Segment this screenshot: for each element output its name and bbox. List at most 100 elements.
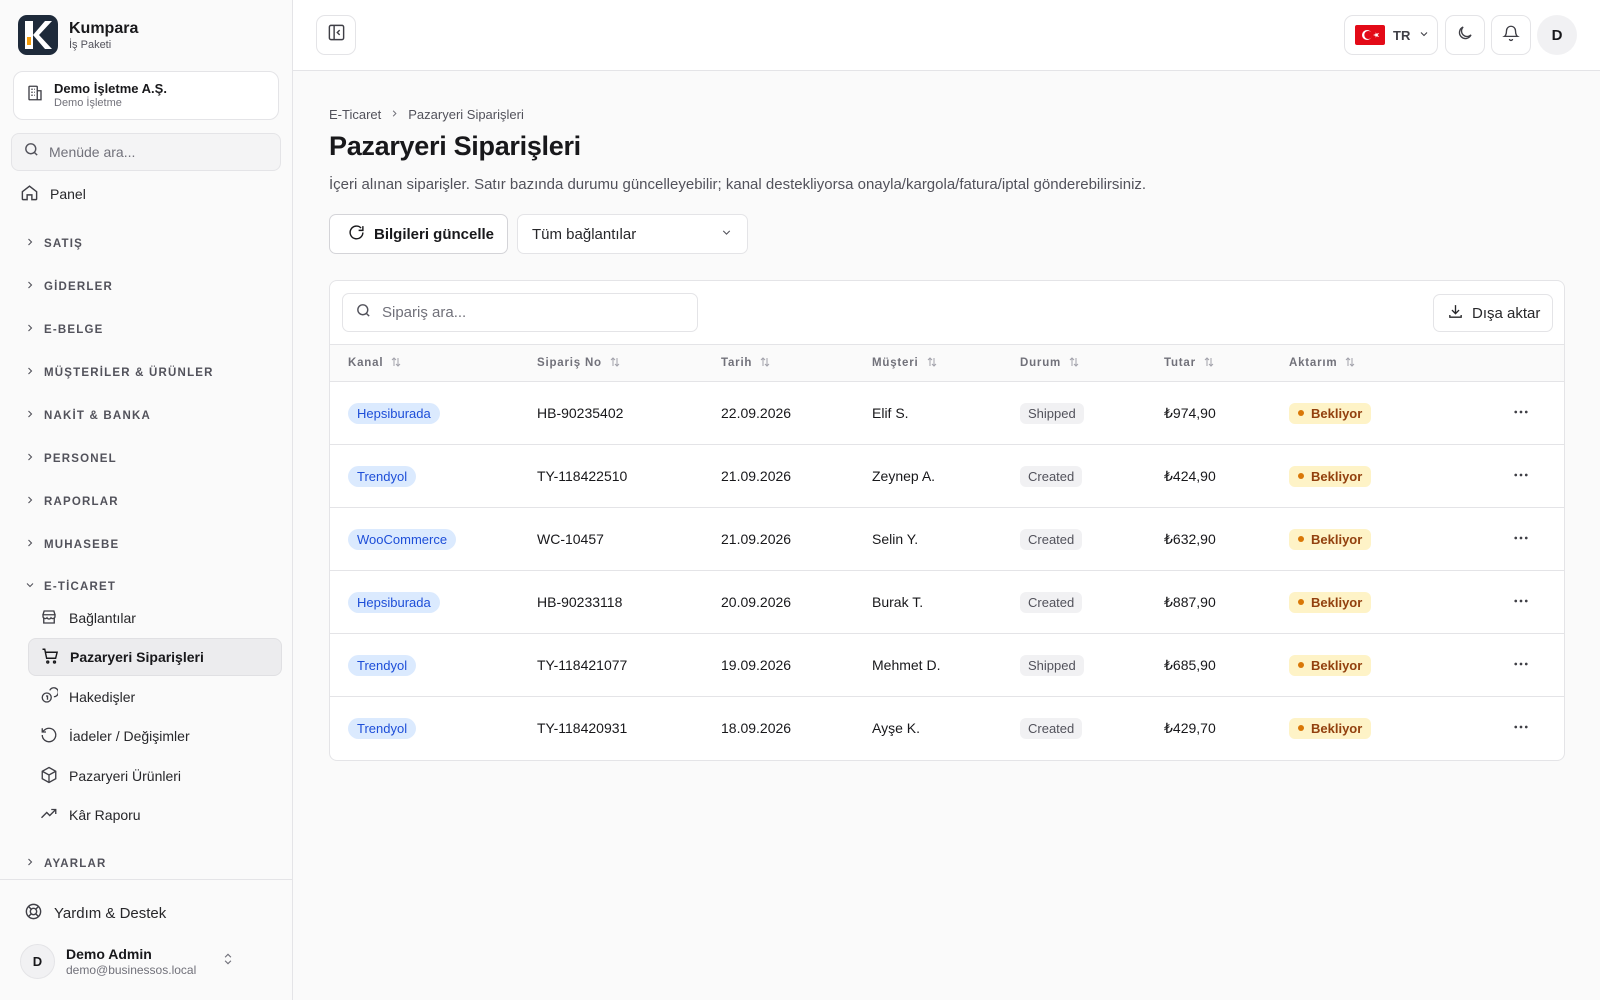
nav-section-musteriler-urunler[interactable]: MÜŞTERİLER & ÜRÜNLER bbox=[24, 365, 214, 380]
sort-icon bbox=[759, 356, 771, 371]
export-button[interactable]: Dışa aktar bbox=[1433, 294, 1553, 332]
order-number: WC-10457 bbox=[537, 531, 604, 547]
table-row[interactable]: Trendyol TY-118420931 18.09.2026 Ayşe K.… bbox=[330, 697, 1564, 760]
column-header-tutar[interactable]: Tutar bbox=[1164, 356, 1215, 371]
sidebar-divider bbox=[0, 879, 293, 880]
nav-section-nakit-banka[interactable]: NAKİT & BANKA bbox=[24, 408, 151, 423]
organization-switcher[interactable]: Demo İşletme A.Ş. Demo İşletme bbox=[13, 71, 279, 120]
nav-section-giderler[interactable]: GİDERLER bbox=[24, 279, 113, 294]
moon-icon bbox=[1456, 24, 1474, 47]
nav-item-label: Hakedişler bbox=[69, 689, 136, 705]
chevron-right-icon bbox=[24, 856, 36, 871]
column-header-durum[interactable]: Durum bbox=[1020, 356, 1080, 371]
menu-search-input[interactable] bbox=[49, 144, 269, 160]
table-row[interactable]: Hepsiburada HB-90233118 20.09.2026 Burak… bbox=[330, 571, 1564, 634]
brand-logo-icon bbox=[18, 15, 58, 55]
nav-item-iadeler-degisimler[interactable]: İadeler / Değişimler bbox=[28, 717, 282, 755]
column-label: Kanal bbox=[348, 357, 384, 369]
row-actions-button[interactable] bbox=[1507, 651, 1535, 679]
chevrons-up-down-icon bbox=[221, 952, 235, 971]
table-row[interactable]: Trendyol TY-118422510 21.09.2026 Zeynep … bbox=[330, 445, 1564, 508]
chevron-down-icon bbox=[24, 579, 36, 594]
order-search-input[interactable] bbox=[382, 304, 672, 321]
column-header-tarih[interactable]: Tarih bbox=[721, 356, 771, 371]
column-header-kanal[interactable]: Kanal bbox=[348, 356, 402, 371]
column-header-musteri[interactable]: Müşteri bbox=[872, 356, 938, 371]
nav-section-ayarlar[interactable]: AYARLAR bbox=[24, 856, 107, 871]
orders-card: Dışa aktar Kanal Sipariş No Tarih Müşter… bbox=[329, 280, 1565, 761]
search-icon bbox=[23, 141, 40, 163]
column-header-siparis-no[interactable]: Sipariş No bbox=[537, 356, 621, 371]
table-row[interactable]: Trendyol TY-118421077 19.09.2026 Mehmet … bbox=[330, 634, 1564, 697]
nav-section-muhasebe[interactable]: MUHASEBE bbox=[24, 537, 119, 552]
chevron-right-icon bbox=[24, 365, 36, 380]
customer-name: Ayşe K. bbox=[872, 720, 920, 737]
nav-item-pazaryeri-urunleri[interactable]: Pazaryeri Ürünleri bbox=[28, 757, 282, 795]
order-number: TY-118420931 bbox=[537, 720, 628, 737]
row-actions-button[interactable] bbox=[1507, 525, 1535, 553]
column-label: Sipariş No bbox=[537, 357, 602, 369]
order-date: 22.09.2026 bbox=[721, 405, 792, 421]
menu-search[interactable] bbox=[11, 133, 281, 171]
order-amount: ₺974,90 bbox=[1164, 404, 1216, 421]
breadcrumb-link[interactable]: E-Ticaret bbox=[329, 107, 381, 122]
row-actions-button[interactable] bbox=[1507, 399, 1535, 427]
column-label: Tarih bbox=[721, 357, 753, 369]
channel-badge: Hepsiburada bbox=[348, 402, 440, 424]
row-actions-button[interactable] bbox=[1507, 462, 1535, 490]
nav-item-kar-raporu[interactable]: Kâr Raporu bbox=[28, 796, 282, 834]
status-dot-icon bbox=[1298, 725, 1304, 732]
more-horizontal-icon bbox=[1512, 466, 1530, 487]
nav-item-label: Pazaryeri Siparişleri bbox=[70, 649, 204, 665]
toggle-sidebar-button[interactable] bbox=[316, 15, 356, 55]
order-number: TY-118421077 bbox=[537, 657, 628, 673]
notifications-button[interactable] bbox=[1491, 15, 1531, 55]
column-label: Aktarım bbox=[1289, 357, 1338, 369]
status-dot-icon bbox=[1298, 536, 1304, 542]
nav-item-label: Pazaryeri Ürünleri bbox=[69, 768, 182, 784]
nav-section-personel[interactable]: PERSONEL bbox=[24, 451, 117, 466]
transfer-label: Bekliyor bbox=[1311, 531, 1363, 547]
nav-item-pazaryeri-siparisleri[interactable]: Pazaryeri Siparişleri bbox=[28, 638, 282, 676]
nav-item-panel[interactable]: Panel bbox=[20, 183, 86, 205]
top-header: TR D bbox=[293, 0, 1600, 71]
table-row[interactable]: WooCommerce WC-10457 21.09.2026 Selin Y.… bbox=[330, 508, 1564, 571]
user-menu[interactable]: D Demo Admin demo@businessos.local bbox=[20, 944, 235, 979]
nav-item-hakedisler[interactable]: Hakedişler bbox=[28, 678, 282, 716]
export-label: Dışa aktar bbox=[1472, 304, 1541, 322]
order-amount: ₺887,90 bbox=[1164, 593, 1216, 610]
section-label: SATIŞ bbox=[44, 237, 84, 250]
order-search[interactable] bbox=[342, 293, 698, 332]
chevron-right-icon bbox=[24, 322, 36, 337]
chevron-right-icon bbox=[389, 107, 400, 122]
section-label: MÜŞTERİLER & ÜRÜNLER bbox=[44, 366, 214, 379]
more-horizontal-icon bbox=[1512, 655, 1530, 676]
connection-select[interactable]: Tüm bağlantılar bbox=[517, 214, 748, 254]
customer-name: Burak T. bbox=[872, 594, 924, 610]
customer-name: Zeynep A. bbox=[872, 468, 936, 484]
nav-section-e-belge[interactable]: E-BELGE bbox=[24, 322, 104, 337]
help-label: Yardım & Destek bbox=[54, 905, 167, 922]
page-description: İçeri alınan siparişler. Satır bazında d… bbox=[329, 176, 1147, 193]
table-row[interactable]: Hepsiburada HB-90235402 22.09.2026 Elif … bbox=[330, 382, 1564, 445]
language-selector[interactable]: TR bbox=[1344, 15, 1438, 55]
status-dot-icon bbox=[1298, 473, 1304, 479]
refresh-button[interactable]: Bilgileri güncelle bbox=[329, 214, 508, 254]
theme-toggle-button[interactable] bbox=[1445, 15, 1485, 55]
help-support-link[interactable]: Yardım & Destek bbox=[24, 902, 166, 925]
row-actions-button[interactable] bbox=[1507, 588, 1535, 616]
trending-up-icon bbox=[40, 805, 58, 826]
nav-item-label: Bağlantılar bbox=[69, 610, 136, 626]
nav-section-e-ticaret[interactable]: E-TİCARET bbox=[24, 579, 116, 594]
brand[interactable]: Kumpara İş Paketi bbox=[18, 15, 138, 55]
nav-item-baglantilar[interactable]: Bağlantılar bbox=[28, 599, 282, 637]
row-actions-button[interactable] bbox=[1507, 714, 1535, 742]
header-avatar[interactable]: D bbox=[1537, 15, 1577, 55]
coins-icon bbox=[40, 686, 60, 708]
order-date: 19.09.2026 bbox=[721, 657, 792, 673]
nav-section-raporlar[interactable]: RAPORLAR bbox=[24, 494, 119, 509]
more-horizontal-icon bbox=[1512, 592, 1530, 613]
nav-section-satis[interactable]: SATIŞ bbox=[24, 236, 83, 251]
column-header-aktarim[interactable]: Aktarım bbox=[1289, 356, 1356, 371]
order-amount: ₺685,90 bbox=[1164, 656, 1216, 673]
